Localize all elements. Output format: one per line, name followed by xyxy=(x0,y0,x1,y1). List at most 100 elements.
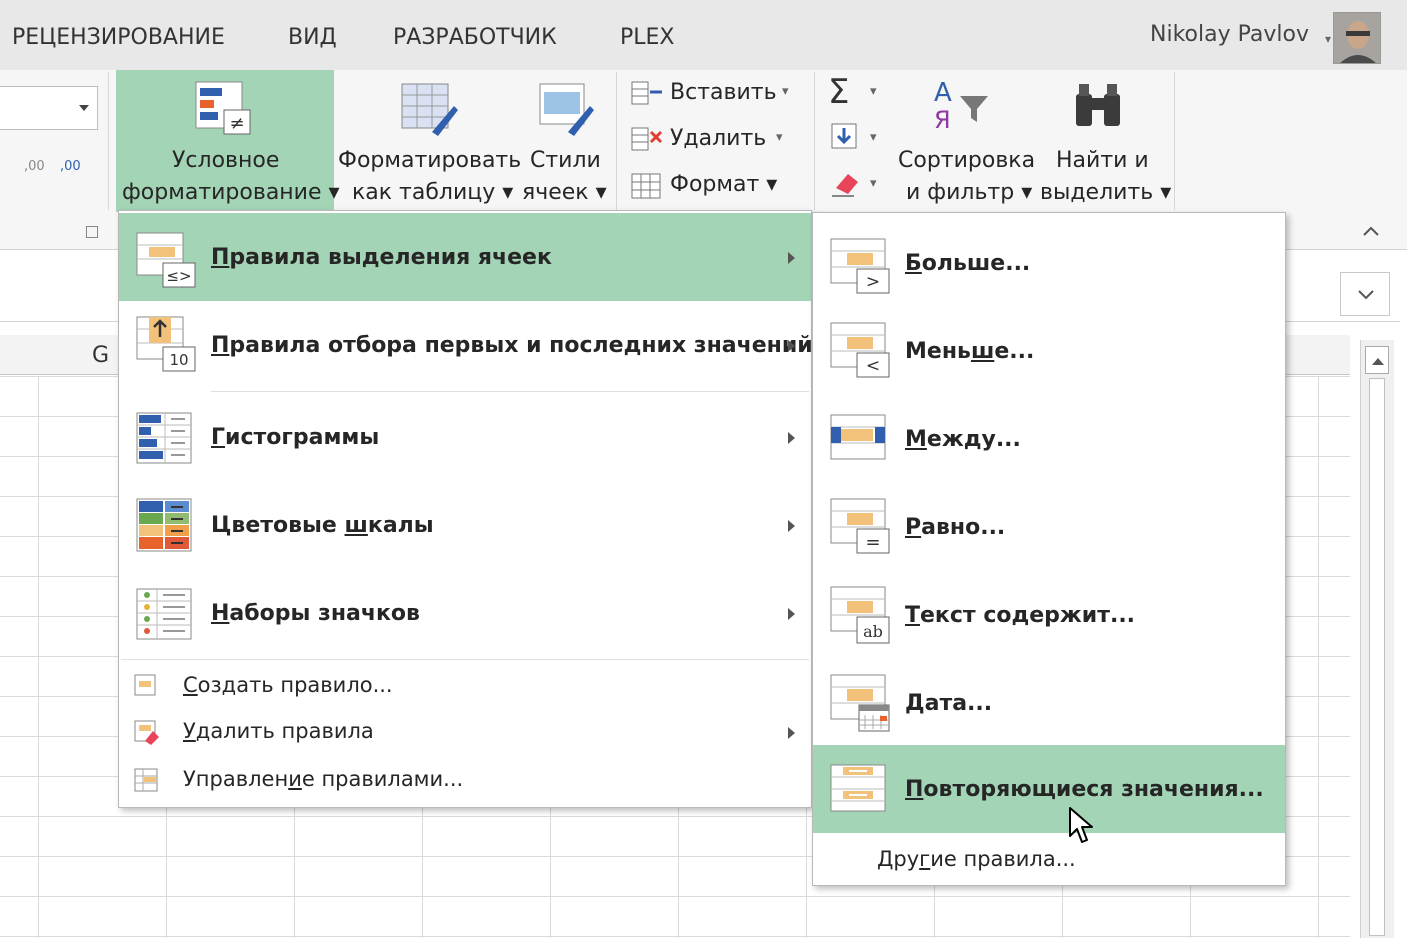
find-select-button[interactable]: Найти и выделить ▾ xyxy=(1038,72,1171,212)
submenu-arrow-icon xyxy=(788,252,795,264)
tab-review[interactable]: РЕЦЕНЗИРОВАНИЕ xyxy=(12,25,225,50)
submenu-item-greater-than[interactable]: > Больше... xyxy=(813,217,1285,305)
menu-item-label: Повторяющиеся значения... xyxy=(905,777,1264,802)
mouse-cursor-icon xyxy=(1069,807,1093,843)
menu-item-new-rule[interactable]: Создать правило... xyxy=(119,663,811,709)
sort-a-icon: А xyxy=(934,78,952,108)
menu-item-data-bars[interactable]: Гистограммы xyxy=(119,395,811,483)
sigma-icon: Σ xyxy=(828,72,850,112)
data-bars-icon xyxy=(136,412,192,464)
chevron-down-icon[interactable]: ▾ xyxy=(870,176,877,191)
greater-than-icon: > xyxy=(830,238,890,294)
svg-text:≤>: ≤> xyxy=(166,267,191,285)
avatar[interactable] xyxy=(1333,12,1381,64)
equal-to-icon: = xyxy=(830,498,890,554)
chevron-down-icon[interactable]: ▾ xyxy=(776,130,783,145)
decrease-decimal-button[interactable]: ,00 xyxy=(60,155,90,185)
increase-decimal-button[interactable]: ,00 xyxy=(24,155,48,185)
sort-ya-icon: Я xyxy=(934,106,951,134)
collapse-ribbon-icon[interactable] xyxy=(1362,222,1380,240)
menu-item-clear-rules[interactable]: Удалить правила xyxy=(119,709,811,755)
menu-item-label: Правила отбора первых и последних значен… xyxy=(211,333,813,358)
menu-item-top-bottom-rules[interactable]: 10 Правила отбора первых и последних зна… xyxy=(119,303,813,391)
triangle-up-icon xyxy=(1372,358,1384,365)
submenu-arrow-icon xyxy=(788,520,795,532)
clear-button[interactable]: ▾ xyxy=(826,166,886,206)
submenu-item-duplicate-values[interactable]: Повторяющиеся значения... xyxy=(813,745,1285,833)
find-select-label-1: Найти и xyxy=(1056,148,1149,173)
manage-rules-icon xyxy=(134,768,158,792)
chevron-down-icon[interactable]: ▾ xyxy=(782,84,789,99)
color-scales-icon xyxy=(136,498,192,552)
delete-label: Удалить xyxy=(670,126,767,151)
submenu-item-text-contains[interactable]: ab Текст содержит... xyxy=(813,569,1285,657)
menu-item-label: Создать правило... xyxy=(183,673,393,697)
format-as-table-button[interactable]: Форматировать как таблицу ▾ xyxy=(336,72,521,212)
conditional-formatting-icon: ≠ xyxy=(195,81,251,135)
top-bottom-rules-icon: 10 xyxy=(136,316,196,372)
svg-text:ab: ab xyxy=(863,622,883,641)
user-name[interactable]: Nikolay Pavlov xyxy=(1150,22,1309,47)
scroll-up-button[interactable] xyxy=(1365,346,1389,374)
dialog-launcher-icon[interactable] xyxy=(86,226,98,238)
menu-item-label: Гистограммы xyxy=(211,425,380,450)
decrease-decimal-icon: ,00 xyxy=(60,159,81,174)
menu-item-label: Равно... xyxy=(905,515,1006,540)
tab-view[interactable]: ВИД xyxy=(288,25,337,50)
autosum-button[interactable]: Σ ▾ xyxy=(826,72,886,112)
menu-item-label: Управление правилами... xyxy=(183,767,464,791)
submenu-arrow-icon xyxy=(788,727,795,739)
filter-funnel-icon xyxy=(960,96,988,122)
less-than-icon: < xyxy=(830,322,890,378)
format-cells-button[interactable]: Формат ▾ xyxy=(626,168,806,204)
ribbon-separator xyxy=(814,72,815,210)
vertical-scrollbar[interactable] xyxy=(1360,340,1394,938)
chevron-down-icon[interactable]: ▾ xyxy=(870,130,877,145)
binoculars-icon xyxy=(1076,84,1120,126)
menu-item-color-scales[interactable]: Цветовые шкалы xyxy=(119,483,811,571)
chevron-down-icon xyxy=(1358,290,1374,300)
column-header-g[interactable]: G xyxy=(92,343,109,368)
sort-filter-label-1: Сортировка xyxy=(898,148,1036,173)
conditional-formatting-menu: ≤> Правила выделения ячеек 10 Правила от… xyxy=(118,210,813,808)
new-rule-icon xyxy=(134,674,156,696)
submenu-item-less-than[interactable]: < Меньше... xyxy=(813,305,1285,393)
chevron-down-icon[interactable]: ▾ xyxy=(1325,32,1331,46)
menu-item-label: Больше... xyxy=(905,251,1031,276)
sort-filter-button[interactable]: А Я Сортировка и фильтр ▾ xyxy=(892,72,1040,212)
svg-text:>: > xyxy=(866,272,880,292)
fill-down-icon xyxy=(831,123,857,149)
highlight-cells-rules-icon: ≤> xyxy=(136,232,196,288)
ribbon-separator xyxy=(1174,72,1175,210)
menu-item-label: Цветовые шкалы xyxy=(211,513,434,538)
submenu-item-equal-to[interactable]: = Равно... xyxy=(813,481,1285,569)
menu-item-manage-rules[interactable]: Управление правилами... xyxy=(119,757,811,803)
number-format-dropdown[interactable] xyxy=(0,86,98,130)
menu-item-icon-sets[interactable]: Наборы значков xyxy=(119,571,811,659)
menu-separator xyxy=(211,391,809,392)
submenu-item-between[interactable]: Между... xyxy=(813,393,1285,481)
cell-styles-button[interactable]: Стили ячеек ▾ xyxy=(518,72,610,212)
svg-text:<: < xyxy=(866,356,880,376)
chevron-down-icon[interactable]: ▾ xyxy=(870,84,877,99)
eraser-icon xyxy=(832,174,858,197)
menu-item-highlight-cells-rules[interactable]: ≤> Правила выделения ячеек xyxy=(119,213,811,301)
format-cells-icon xyxy=(631,173,661,199)
insert-cells-button[interactable]: Вставить ▾ xyxy=(626,76,806,112)
format-table-label-2: как таблицу ▾ xyxy=(352,180,514,205)
scroll-thumb[interactable] xyxy=(1369,378,1385,936)
conditional-formatting-button[interactable]: ≠ Условное форматирование ▾ xyxy=(116,70,340,212)
format-label: Формат ▾ xyxy=(670,172,778,197)
menu-item-label: Наборы значков xyxy=(211,601,420,626)
submenu-item-more-rules[interactable]: Другие правила... xyxy=(813,837,1285,881)
delete-cells-button[interactable]: Удалить ▾ xyxy=(626,122,806,158)
submenu-item-date-occurring[interactable]: Дата... xyxy=(813,657,1285,745)
formula-bar-expand-icon[interactable] xyxy=(1340,272,1390,316)
submenu-arrow-icon xyxy=(788,608,795,620)
svg-text:10: 10 xyxy=(169,351,188,369)
chevron-down-icon[interactable] xyxy=(79,105,89,111)
fill-button[interactable]: ▾ xyxy=(826,120,886,160)
tab-developer[interactable]: РАЗРАБОТЧИК xyxy=(393,25,557,50)
tab-plex[interactable]: PLEX xyxy=(620,25,675,50)
chevron-up-icon xyxy=(1363,226,1379,236)
